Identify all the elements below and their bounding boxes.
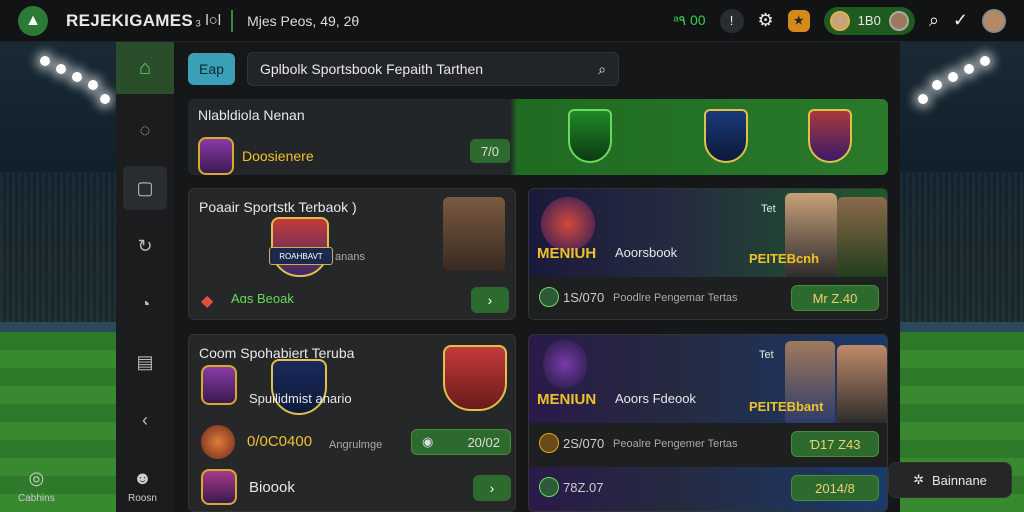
stadium-lights [910,50,1000,110]
card-tag: Tet [759,349,774,361]
card-bottom-text: Bioook [249,479,295,496]
sportsbook-card-1[interactable]: Poaair Sportstk Terbaok ) ROAHBAVT anans… [188,188,516,320]
score-icon: ◉ [422,434,434,449]
info-icon[interactable]: ! [719,8,744,33]
search-icon[interactable]: ⌕ [929,10,939,31]
card-mid-label: Aoorsbook [615,245,678,260]
home-icon[interactable]: ⌂ [116,42,174,94]
banner-title: Nlabldiola Nenan [198,107,305,123]
cards-icon[interactable]: ▢ [123,166,167,210]
microphone-icon [543,339,587,389]
card-sub: anans [335,251,365,263]
check-icon[interactable]: ✓ [953,10,968,31]
row-text: Peoalre Pengemer Tertas [613,438,738,450]
odds-button[interactable]: Ɗ17 Z43 [791,431,879,457]
player-icon: ☻ [132,468,152,488]
main-panel: Eap Gplbolk Sportsbook Fepaith Tarthen ⌕… [174,42,900,512]
search-input[interactable]: Gplbolk Sportsbook Fepaith Tarthen ⌕ [247,52,619,86]
player-score-pill[interactable]: 1B0 [823,6,915,35]
score-button[interactable]: ◉ 20/02 [411,429,511,455]
player-photo [837,345,887,425]
card-bottom-text: Aɑs Beoak [231,291,294,306]
search-icon: ⌕ [598,60,606,77]
team-crest-icon [271,359,327,415]
sportsbook-card-3[interactable]: Coom Spohabiert Teruba Spuilidmist anari… [188,334,516,512]
settings-gear-icon[interactable]: ⚙ [758,10,774,31]
badge-icon [201,425,235,459]
floating-action-button[interactable]: ✲ Bainnane [888,462,1012,498]
card-mid-label: Aoors Fdeook [615,391,696,406]
player-avatar [829,10,850,31]
card-go-button[interactable]: › [471,287,509,313]
row-value: 2S/070 [563,436,605,451]
user-avatar[interactable] [982,8,1006,33]
sportsbook-card-4[interactable]: MENIUN Aoors Fdeook Tet PEITEBbant 2S/07… [528,334,888,512]
diamond-icon: ◆ [201,293,214,310]
team-emblem-icon [201,469,237,505]
coin-icon: ◎ [28,468,45,488]
divider [231,9,234,32]
nav-cabhins-label: Cabhins [18,493,55,504]
player-score: 1B0 [857,13,881,28]
card-plate: PEITEBcnh [749,251,820,266]
banner-label: Doosienere [242,148,314,164]
score-value: 20/02 [467,434,500,450]
timer-icon[interactable]: ◔ [123,282,167,326]
brand-sub: ₃ l○l [195,12,222,29]
top-bar: ▲ REJEKIGAMES ₃ l○l Mjes Peos, 49, 2θ ᵃ٩… [0,0,1024,42]
brand-logo-icon[interactable]: ▲ [18,5,48,36]
odds-button[interactable]: Mr Z.40 [791,285,879,311]
team-emblem-icon [198,137,234,175]
card-value: 0/0C0400 [247,433,313,450]
crest-plate: ROAHBAVT [269,247,333,265]
back-icon[interactable]: ‹ [123,398,167,442]
tickets-icon[interactable]: ▤ [123,340,167,384]
card-tag: Tet [761,203,776,215]
refresh-icon[interactable]: ↻ [123,224,167,268]
team-crest-icon [443,345,507,411]
crest-icon [808,109,852,163]
sportsbook-card-2[interactable]: MENIUH Aoorsbook Tet PEITEBcnh 1S/070 Po… [528,188,888,320]
featured-banner[interactable]: Nlabldiola Nenan Doosienere 7/0 [188,99,888,175]
player-photo [785,193,837,279]
card-mid: Spuilidmist anario [249,391,352,406]
nav-roosn[interactable]: ☻ Roosn [128,468,157,504]
nav-cabhins[interactable]: ◎ Cabhins [18,468,55,504]
trophy-icon[interactable]: ★ [787,9,810,32]
stadium-lights [30,50,116,110]
gear-icon: ✲ [913,472,924,487]
card-brand-label: MENIUH [537,245,597,262]
search-text: Gplbolk Sportsbook Fepaith Tarthen [260,61,484,77]
chip-icon [539,477,559,497]
filter-chip[interactable]: Eap [188,53,235,85]
chip-icon [539,287,559,307]
row-value: 1S/070 [563,290,605,305]
card-go-button[interactable]: › [473,475,511,501]
stadium-background-right [900,42,1024,512]
chat-icon[interactable]: ◌ [123,108,167,152]
opponent-avatar [888,10,909,31]
brand-name: REJEKIGAMES [66,10,194,30]
balance-value: ᵃ٩ 00 [673,12,706,28]
floating-label: Bainnane [931,472,987,488]
row-text: Poodlre Pengemar Tertas [613,292,738,304]
crest-icon [704,109,748,163]
card-value-sub: Angrulmge [329,439,383,451]
card-plate: PEITEBbant [749,399,824,414]
row2-value: 78Z.07 [563,480,604,495]
team-emblem-icon [201,365,237,405]
banner-button[interactable]: 7/0 [470,139,510,163]
shield-icon [568,109,612,163]
chip-icon [539,433,559,453]
card-title: Poaair Sportstk Terbaok ) [199,199,357,215]
rocket-icon [541,197,595,251]
nav-roosn-label: Roosn [128,493,157,504]
player-photo [443,197,505,271]
sidebar: ⌂ ◌ ▢ ↻ ◔ ▤ ‹ [116,42,174,512]
odds-button-2[interactable]: 2014/8 [791,475,879,501]
stadium-background-left [0,42,116,512]
header-info: Mjes Peos, 49, 2θ [247,12,360,29]
player-photo [837,197,887,283]
card-brand-label: MENIUN [537,391,597,408]
